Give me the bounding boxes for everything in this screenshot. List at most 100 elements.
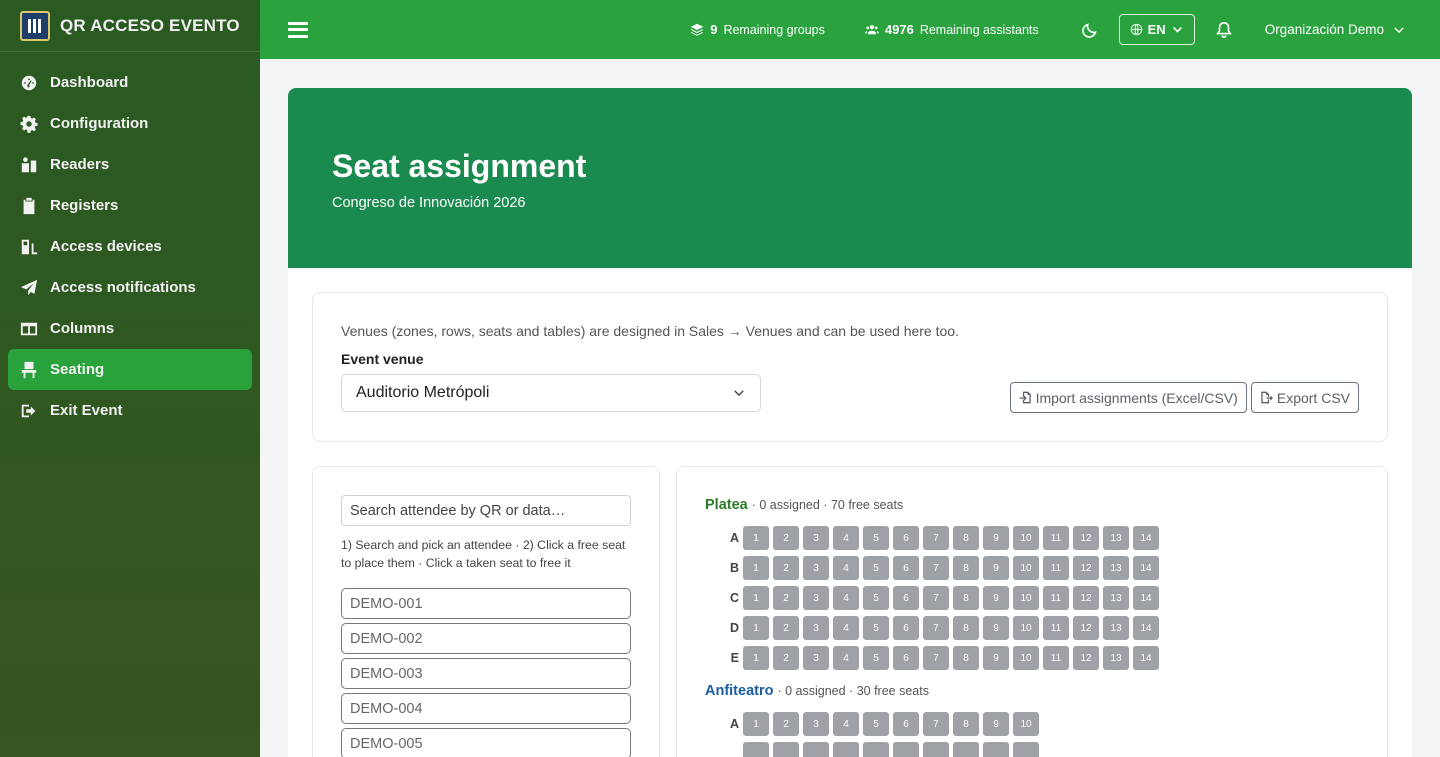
seat-button[interactable]: 10 xyxy=(1013,526,1039,550)
seat-button[interactable]: 7 xyxy=(923,556,949,580)
seat-button[interactable]: 5 xyxy=(863,586,889,610)
seat-button[interactable]: 12 xyxy=(1073,586,1099,610)
brand[interactable]: QR ACCESO EVENTO xyxy=(0,0,260,52)
seat-button[interactable]: 11 xyxy=(1043,646,1069,670)
seat-button[interactable]: 6 xyxy=(893,586,919,610)
dark-mode-toggle[interactable] xyxy=(1079,19,1101,41)
seat-button[interactable]: 9 xyxy=(983,586,1009,610)
seat-button[interactable]: 12 xyxy=(1073,526,1099,550)
seat-button[interactable]: 14 xyxy=(1133,646,1159,670)
seat-button[interactable]: 1 xyxy=(743,616,769,640)
seat-button[interactable]: 10 xyxy=(1013,712,1039,736)
seat-button[interactable]: 2 xyxy=(773,616,799,640)
seat-button[interactable]: 8 xyxy=(953,616,979,640)
seat-button[interactable]: 3 xyxy=(803,556,829,580)
list-item[interactable]: DEMO-001 xyxy=(341,588,631,619)
seat-button[interactable]: 2 xyxy=(773,586,799,610)
sidebar-item-readers[interactable]: Readers xyxy=(8,144,252,185)
attendee-search-input[interactable] xyxy=(341,495,631,526)
seat-button[interactable] xyxy=(893,742,919,757)
seat-button[interactable]: 5 xyxy=(863,526,889,550)
seat-button[interactable]: 8 xyxy=(953,646,979,670)
seat-button[interactable] xyxy=(743,742,769,757)
seat-button[interactable]: 13 xyxy=(1103,526,1129,550)
seat-button[interactable]: 10 xyxy=(1013,556,1039,580)
seat-button[interactable]: 1 xyxy=(743,526,769,550)
seat-button[interactable] xyxy=(983,742,1009,757)
seat-button[interactable]: 3 xyxy=(803,586,829,610)
seat-button[interactable]: 8 xyxy=(953,712,979,736)
language-selector[interactable]: EN xyxy=(1118,14,1195,45)
seat-button[interactable]: 13 xyxy=(1103,586,1129,610)
seat-button[interactable]: 5 xyxy=(863,616,889,640)
seat-button[interactable]: 11 xyxy=(1043,586,1069,610)
seat-button[interactable]: 2 xyxy=(773,712,799,736)
event-venue-select[interactable]: Auditorio Metrópoli xyxy=(341,374,761,412)
seat-button[interactable]: 14 xyxy=(1133,586,1159,610)
seat-button[interactable] xyxy=(863,742,889,757)
seat-button[interactable]: 8 xyxy=(953,526,979,550)
seat-button[interactable]: 13 xyxy=(1103,646,1129,670)
notifications-button[interactable] xyxy=(1213,19,1235,41)
seat-button[interactable]: 13 xyxy=(1103,556,1129,580)
seat-button[interactable]: 12 xyxy=(1073,556,1099,580)
seat-button[interactable]: 9 xyxy=(983,616,1009,640)
seat-button[interactable]: 13 xyxy=(1103,616,1129,640)
export-csv-button[interactable]: Export CSV xyxy=(1250,382,1359,413)
seat-button[interactable]: 4 xyxy=(833,586,859,610)
seat-button[interactable]: 9 xyxy=(983,646,1009,670)
seat-button[interactable]: 11 xyxy=(1043,526,1069,550)
seat-button[interactable]: 14 xyxy=(1133,526,1159,550)
seat-button[interactable]: 10 xyxy=(1013,586,1039,610)
seat-button[interactable]: 10 xyxy=(1013,616,1039,640)
seat-button[interactable]: 1 xyxy=(743,556,769,580)
seat-button[interactable]: 2 xyxy=(773,646,799,670)
seat-button[interactable] xyxy=(923,742,949,757)
seat-button[interactable]: 7 xyxy=(923,526,949,550)
seat-button[interactable]: 1 xyxy=(743,712,769,736)
list-item[interactable]: DEMO-002 xyxy=(341,623,631,654)
seat-button[interactable]: 2 xyxy=(773,556,799,580)
sidebar-item-registers[interactable]: Registers xyxy=(8,185,252,226)
seat-button[interactable]: 3 xyxy=(803,712,829,736)
list-item[interactable]: DEMO-003 xyxy=(341,658,631,689)
seat-button[interactable]: 7 xyxy=(923,586,949,610)
seat-button[interactable]: 6 xyxy=(893,526,919,550)
sidebar-item-access-notifications[interactable]: Access notifications xyxy=(8,267,252,308)
seat-button[interactable]: 14 xyxy=(1133,556,1159,580)
seat-button[interactable] xyxy=(1013,742,1039,757)
seat-button[interactable]: 9 xyxy=(983,526,1009,550)
seat-button[interactable] xyxy=(953,742,979,757)
sidebar-item-access-devices[interactable]: Access devices xyxy=(8,226,252,267)
seat-button[interactable] xyxy=(803,742,829,757)
seat-button[interactable]: 6 xyxy=(893,616,919,640)
import-assignments-button[interactable]: Import assignments (Excel/CSV) xyxy=(1009,382,1247,413)
seat-button[interactable]: 5 xyxy=(863,712,889,736)
seat-button[interactable]: 3 xyxy=(803,526,829,550)
sidebar-item-dashboard[interactable]: Dashboard xyxy=(8,62,252,103)
seat-button[interactable]: 9 xyxy=(983,712,1009,736)
seat-button[interactable]: 2 xyxy=(773,526,799,550)
sidebar-item-seating[interactable]: Seating xyxy=(8,349,252,390)
sidebar-item-columns[interactable]: Columns xyxy=(8,308,252,349)
hamburger-menu-icon[interactable] xyxy=(288,21,308,38)
seat-button[interactable]: 8 xyxy=(953,556,979,580)
seat-button[interactable]: 5 xyxy=(863,646,889,670)
seat-button[interactable] xyxy=(833,742,859,757)
seat-button[interactable]: 8 xyxy=(953,586,979,610)
seat-button[interactable]: 11 xyxy=(1043,616,1069,640)
seat-button[interactable]: 4 xyxy=(833,646,859,670)
list-item[interactable]: DEMO-004 xyxy=(341,693,631,724)
sidebar-item-exit-event[interactable]: Exit Event xyxy=(8,390,252,431)
seat-button[interactable]: 14 xyxy=(1133,616,1159,640)
sidebar-item-configuration[interactable]: Configuration xyxy=(8,103,252,144)
seat-button[interactable]: 1 xyxy=(743,646,769,670)
seat-button[interactable]: 11 xyxy=(1043,556,1069,580)
organization-menu[interactable]: Organización Demo xyxy=(1265,22,1406,37)
seat-button[interactable]: 6 xyxy=(893,556,919,580)
seat-button[interactable]: 4 xyxy=(833,556,859,580)
list-item[interactable]: DEMO-005 xyxy=(341,728,631,757)
seat-button[interactable]: 9 xyxy=(983,556,1009,580)
seat-button[interactable]: 4 xyxy=(833,712,859,736)
seat-button[interactable]: 3 xyxy=(803,646,829,670)
